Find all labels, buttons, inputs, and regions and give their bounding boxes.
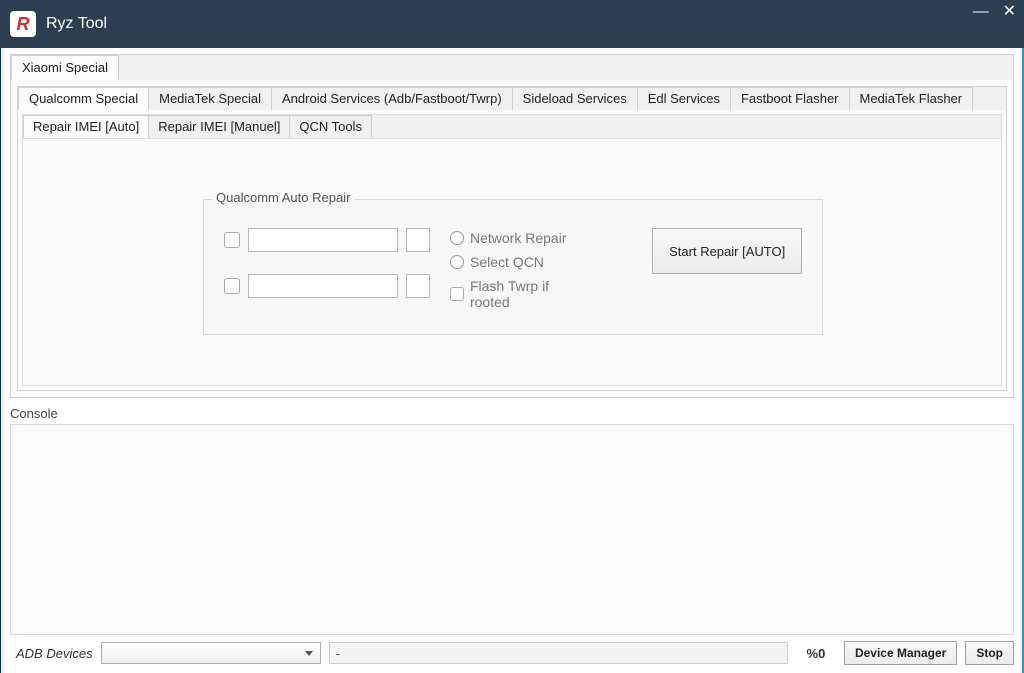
tab-qualcomm-special[interactable]: Qualcomm Special	[18, 87, 149, 110]
title-bar: R Ryz Tool — ✕	[0, 0, 1024, 48]
tab-qcn-tools[interactable]: QCN Tools	[289, 115, 372, 138]
inner-tabset: Qualcomm Special MediaTek Special Androi…	[17, 86, 1007, 391]
outer-tabstrip: Xiaomi Special	[11, 55, 1013, 80]
tab-fastboot-flasher[interactable]: Fastboot Flasher	[730, 87, 850, 110]
window-controls: — ✕	[973, 4, 1016, 20]
progress-text: -	[336, 646, 340, 661]
imei1-aux-box[interactable]	[406, 228, 430, 252]
imei2-input[interactable]	[248, 274, 398, 298]
progress-bar: -	[329, 642, 788, 664]
flash-twrp-checkbox[interactable]	[450, 287, 464, 301]
tab-edl-services[interactable]: Edl Services	[637, 87, 731, 110]
tab-sideload-services[interactable]: Sideload Services	[512, 87, 638, 110]
groupbox-title: Qualcomm Auto Repair	[212, 190, 354, 205]
content-area: Xiaomi Special Qualcomm Special MediaTek…	[4, 48, 1020, 673]
tab-xiaomi-special[interactable]: Xiaomi Special	[11, 55, 119, 80]
console-label: Console	[10, 406, 1014, 421]
imei1-checkbox[interactable]	[224, 232, 240, 248]
network-repair-label: Network Repair	[470, 230, 566, 246]
tab-repair-imei-auto[interactable]: Repair IMEI [Auto]	[23, 115, 149, 138]
sub-tabset: Repair IMEI [Auto] Repair IMEI [Manuel] …	[22, 114, 1002, 386]
outer-tab-body: Qualcomm Special MediaTek Special Androi…	[11, 80, 1013, 397]
minimize-icon[interactable]: —	[973, 4, 989, 20]
imei-inputs-column	[224, 228, 430, 308]
app-logo-icon: R	[10, 11, 36, 37]
stop-button[interactable]: Stop	[965, 641, 1014, 665]
tab-repair-imei-manuel[interactable]: Repair IMEI [Manuel]	[148, 115, 290, 138]
close-icon[interactable]: ✕	[1003, 4, 1016, 20]
console-output[interactable]	[10, 424, 1014, 635]
sub-tab-body: Qualcomm Auto Repair	[23, 138, 1001, 385]
adb-devices-label: ADB Devices	[16, 646, 93, 661]
tab-mediatek-flasher[interactable]: MediaTek Flasher	[849, 87, 974, 110]
app-title: Ryz Tool	[46, 15, 107, 33]
device-manager-button[interactable]: Device Manager	[844, 641, 957, 665]
adb-devices-combo[interactable]	[101, 642, 321, 664]
flash-twrp-label: Flash Twrp if rooted	[470, 278, 592, 310]
inner-tabstrip: Qualcomm Special MediaTek Special Androi…	[18, 87, 1006, 110]
bottom-bar: ADB Devices - %0 Device Manager Stop	[10, 635, 1014, 667]
tab-mediatek-special[interactable]: MediaTek Special	[148, 87, 272, 110]
qualcomm-auto-repair-group: Qualcomm Auto Repair	[203, 199, 823, 335]
tab-android-services[interactable]: Android Services (Adb/Fastboot/Twrp)	[271, 87, 513, 110]
progress-percent: %0	[796, 646, 836, 661]
imei2-aux-box[interactable]	[406, 274, 430, 298]
select-qcn-label: Select QCN	[470, 254, 544, 270]
network-repair-radio[interactable]	[450, 231, 464, 245]
imei1-input[interactable]	[248, 228, 398, 252]
options-column: Network Repair Select QCN	[450, 228, 592, 310]
start-repair-button[interactable]: Start Repair [AUTO]	[652, 228, 802, 274]
sub-tabstrip: Repair IMEI [Auto] Repair IMEI [Manuel] …	[23, 115, 1001, 138]
outer-tabset: Xiaomi Special Qualcomm Special MediaTek…	[10, 54, 1014, 398]
imei2-checkbox[interactable]	[224, 278, 240, 294]
inner-tab-body: Repair IMEI [Auto] Repair IMEI [Manuel] …	[18, 110, 1006, 390]
select-qcn-radio[interactable]	[450, 255, 464, 269]
